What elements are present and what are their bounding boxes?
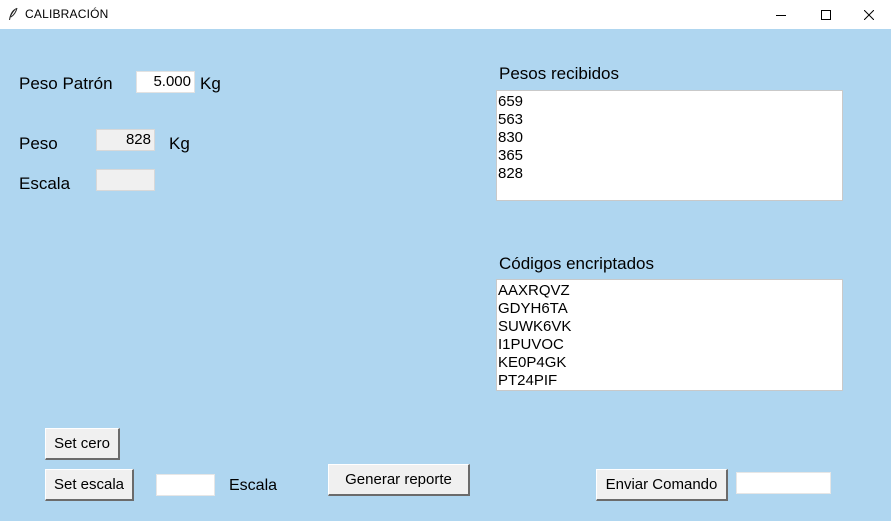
- peso-unit: Kg: [169, 134, 190, 153]
- maximize-button[interactable]: [804, 0, 848, 29]
- feather-icon: [9, 7, 18, 20]
- peso-patron-input[interactable]: 5.000: [136, 71, 195, 93]
- list-item[interactable]: 830: [498, 129, 842, 147]
- pesos-recibidos-label: Pesos recibidos: [499, 64, 620, 83]
- peso-patron-label: Peso Patrón: [19, 74, 113, 93]
- list-item[interactable]: 563: [498, 111, 842, 129]
- generar-reporte-button[interactable]: Generar reporte: [328, 464, 470, 496]
- codigos-encriptados-label: Códigos encriptados: [499, 254, 654, 273]
- set-escala-button[interactable]: Set escala: [45, 469, 134, 501]
- list-item[interactable]: AAXRQVZ: [498, 282, 842, 300]
- peso-label: Peso: [19, 134, 58, 153]
- comando-input[interactable]: [736, 472, 831, 494]
- escala-display: [96, 169, 155, 191]
- escala-input-label: Escala: [229, 477, 278, 494]
- list-item[interactable]: 828: [498, 165, 842, 183]
- main-panel: Peso Patrón 5.000 Kg Peso 828 Kg Escala …: [0, 29, 891, 521]
- enviar-comando-button[interactable]: Enviar Comando: [596, 469, 728, 501]
- close-icon: [864, 9, 874, 20]
- list-item[interactable]: KE0P4GK: [498, 354, 842, 372]
- title-bar: CALIBRACIÓN: [0, 0, 891, 29]
- list-item[interactable]: I1PUVOC: [498, 336, 842, 354]
- minimize-button[interactable]: [759, 0, 803, 29]
- pesos-recibidos-list[interactable]: 659 563 830 365 828: [496, 90, 843, 201]
- list-item[interactable]: 659: [498, 93, 842, 111]
- escala-input[interactable]: [156, 474, 215, 496]
- minimize-icon: [776, 14, 786, 16]
- peso-display: 828: [96, 129, 155, 151]
- window-title: CALIBRACIÓN: [25, 7, 109, 21]
- list-item[interactable]: GDYH6TA: [498, 300, 842, 318]
- close-button[interactable]: [847, 0, 891, 29]
- maximize-icon: [821, 9, 831, 20]
- list-item[interactable]: SUWK6VK: [498, 318, 842, 336]
- escala-label: Escala: [19, 174, 71, 193]
- list-item[interactable]: 365: [498, 147, 842, 165]
- list-item[interactable]: PT24PIF: [498, 372, 842, 390]
- peso-patron-unit: Kg: [200, 74, 221, 93]
- set-cero-button[interactable]: Set cero: [45, 428, 120, 460]
- codigos-encriptados-list[interactable]: AAXRQVZ GDYH6TA SUWK6VK I1PUVOC KE0P4GK …: [496, 279, 843, 391]
